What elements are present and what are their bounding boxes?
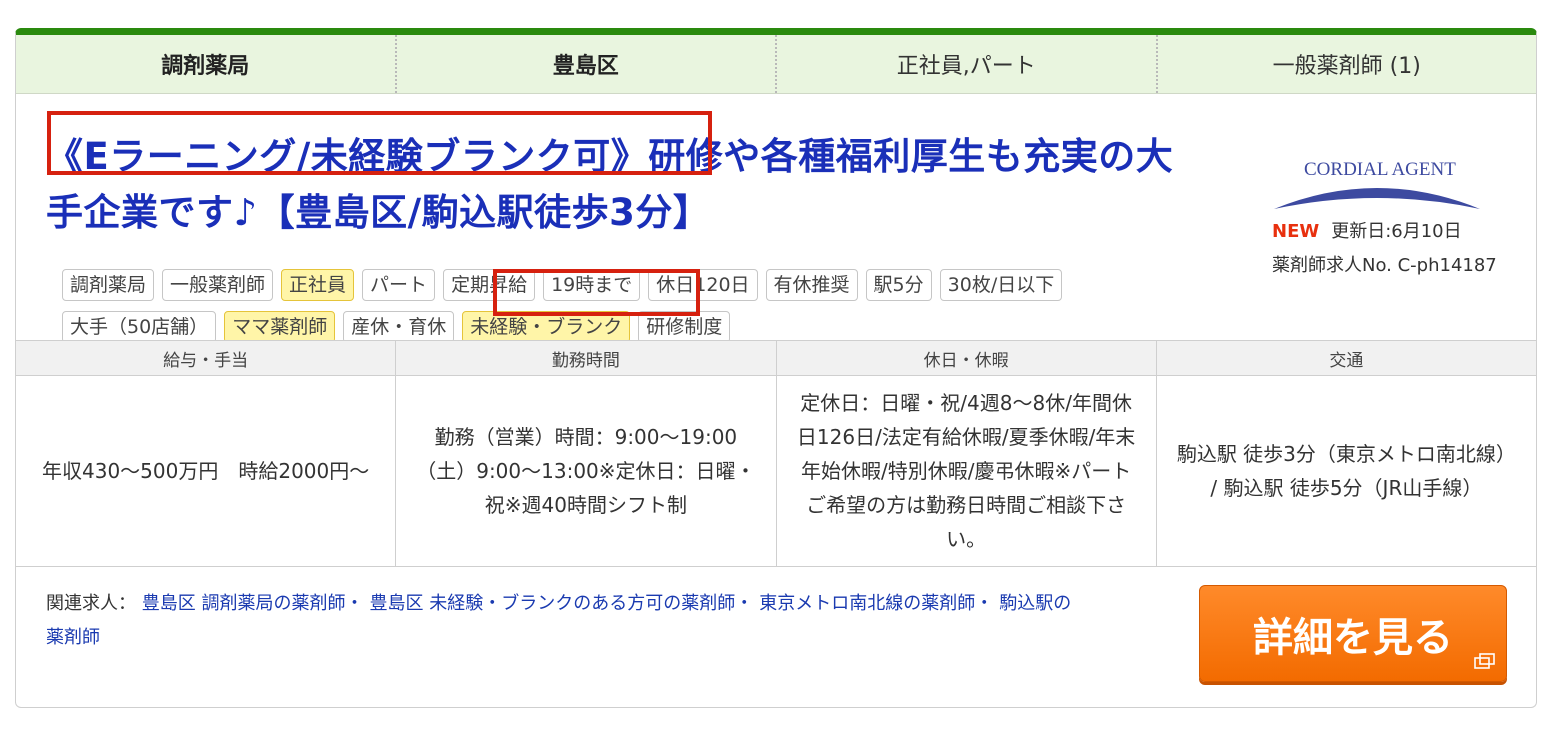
cell-hours: 勤務（営業）時間：9:00～19:00（土）9:00～13:00※定休日：日曜・… [395,376,775,566]
tag: 一般薬剤師 [162,269,274,301]
logo-text: CORDIAL AGENT [1304,159,1456,180]
logo-swoosh-icon [1274,188,1480,209]
conditions-table: 給与・手当 勤務時間 休日・休暇 交通 年収430～500万円 時給2000円～… [16,340,1536,567]
title-highlight-box [47,111,712,175]
view-details-button[interactable]: 詳細を見る [1199,585,1507,682]
new-badge: NEW [1272,221,1320,242]
tag: パート [362,269,436,301]
conditions-header: 給与・手当 勤務時間 休日・休暇 交通 [16,340,1536,376]
related-link-3[interactable]: 東京メトロ南北線の薬剤師・ [759,593,993,614]
update-info: NEW 更新日:6月10日 [1272,217,1462,243]
header-holidays: 休日・休暇 [775,341,1156,375]
related-jobs: 関連求人： 豊島区 調剤薬局の薬剤師・ 豊島区 未経験・ブランクのある方可の薬剤師… [46,587,1076,655]
tag: 正社員 [281,269,355,301]
header-salary: 給与・手当 [163,350,249,371]
tag: 産休・育休 [343,311,455,343]
tag: 大手（50店舗） [62,311,217,343]
category-area[interactable]: 豊島区 [394,35,776,93]
cell-holidays: 定休日：日曜・祝/4週8～8休/年間休日126日/法定有給休暇/夏季休暇/年末年… [775,376,1156,566]
category-position[interactable]: 一般薬剤師 (1) [1155,35,1537,93]
category-pharmacy[interactable]: 調剤薬局 [16,35,395,93]
job-number: 薬剤師求人No. C-ph14187 [1272,255,1497,276]
tag: 調剤薬局 [62,269,155,301]
conditions-row: 年収430～500万円 時給2000円～ 勤務（営業）時間：9:00～19:00… [16,376,1536,567]
tag: 駅5分 [865,269,932,301]
external-window-icon [1474,653,1495,669]
category-employment[interactable]: 正社員,パート [775,35,1156,93]
updated-date: 更新日:6月10日 [1331,221,1462,242]
cell-access: 駒込駅 徒歩3分（東京メトロ南北線） / 駒込駅 徒歩5分（JR山手線） [1155,376,1536,566]
category-bar: 調剤薬局 豊島区 正社員,パート 一般薬剤師 (1) [16,35,1536,94]
tag: ママ薬剤師 [224,311,336,343]
related-link-1[interactable]: 豊島区 調剤薬局の薬剤師・ [142,593,364,614]
cordial-agent-logo: CORDIAL AGENT [1274,159,1480,209]
header-hours: 勤務時間 [395,341,775,375]
view-details-label: 詳細を見る [1253,614,1453,661]
tag: 有休推奨 [765,269,858,301]
tag-highlight-box [493,269,700,316]
related-label: 関連求人： [46,593,136,614]
tag: 30枚/日以下 [939,269,1063,301]
related-link-2[interactable]: 豊島区 未経験・ブランクのある方可の薬剤師・ [369,593,753,614]
header-access: 交通 [1155,341,1536,375]
cell-salary: 年収430～500万円 時給2000円～ [42,459,370,483]
